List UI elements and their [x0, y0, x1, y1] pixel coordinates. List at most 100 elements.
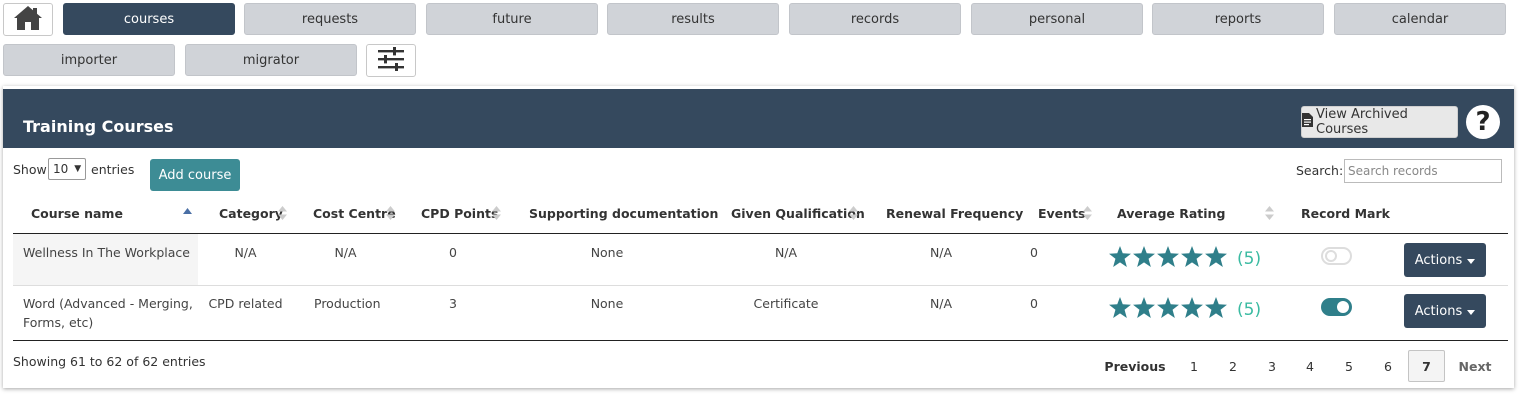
table-info: Showing 61 to 62 of 62 entries: [13, 354, 206, 369]
table-cell-category: N/A: [234, 245, 257, 260]
column-header-category[interactable]: Category: [219, 206, 283, 221]
tab-future[interactable]: future: [426, 3, 598, 35]
table-cell-cpd-points: 3: [449, 296, 457, 311]
star-icon: [1109, 297, 1131, 322]
document-icon: [1302, 113, 1313, 131]
tab-records[interactable]: records: [789, 3, 961, 35]
pagination-page-7[interactable]: 7: [1408, 350, 1445, 382]
table-cell-renewal-frequency: N/A: [929, 245, 953, 260]
column-header-record-mark: Record Mark: [1301, 206, 1390, 221]
column-header-given-qualification[interactable]: Given Qualification: [731, 206, 865, 221]
record-mark-toggle[interactable]: [1321, 247, 1352, 265]
tab-migrator[interactable]: migrator: [185, 44, 357, 76]
actions-label: Actions: [1414, 252, 1463, 268]
star-icon: [1133, 297, 1155, 322]
table-cell-cost-centre: N/A: [334, 245, 357, 260]
toggle-knob: [1337, 301, 1349, 313]
star-icon: [1109, 246, 1131, 271]
star-icon: [1181, 246, 1203, 271]
view-archived-label: View Archived Courses: [1316, 107, 1408, 137]
view-archived-courses-button[interactable]: View Archived Courses: [1301, 106, 1458, 138]
search-input[interactable]: [1344, 159, 1502, 183]
settings-button[interactable]: [366, 44, 416, 77]
pagination-page-6[interactable]: 6: [1373, 350, 1403, 382]
sort-icon[interactable]: [1083, 205, 1092, 224]
star-icon: [1133, 246, 1155, 271]
panel-header: Training Courses View Archived Courses ?: [3, 89, 1514, 148]
table-cell-given-qualification: Certificate: [753, 296, 819, 311]
tab-courses[interactable]: courses: [63, 3, 235, 35]
sort-icon[interactable]: [386, 205, 395, 224]
actions-button[interactable]: Actions: [1404, 294, 1486, 328]
star-icon: [1181, 297, 1203, 322]
home-icon: [13, 5, 43, 35]
caret-down-icon: ▼: [74, 164, 82, 174]
rating-count: (5): [1237, 248, 1262, 269]
tab-results[interactable]: results: [607, 3, 779, 35]
actions-label: Actions: [1414, 303, 1463, 319]
tab-personal[interactable]: personal: [971, 3, 1143, 35]
star-icon: [1205, 246, 1227, 271]
toggle-knob: [1325, 250, 1337, 262]
pagination-page-2[interactable]: 2: [1218, 350, 1248, 382]
entries-select[interactable]: 10 ▼: [48, 158, 86, 180]
tab-requests[interactable]: requests: [244, 3, 416, 35]
column-header-average-rating[interactable]: Average Rating: [1117, 206, 1225, 221]
star-icon: [1157, 297, 1179, 322]
tab-importer[interactable]: importer: [3, 44, 175, 76]
pagination-page-3[interactable]: 3: [1257, 350, 1287, 382]
tab-calendar[interactable]: calendar: [1334, 3, 1506, 35]
column-header-course-name[interactable]: Course name: [31, 206, 123, 221]
sort-asc-icon[interactable]: [183, 205, 192, 224]
pagination-page-4[interactable]: 4: [1295, 350, 1325, 382]
table-cell-supporting-documentation: None: [590, 296, 624, 311]
sliders-icon: [377, 46, 405, 75]
add-course-button[interactable]: Add course: [150, 159, 240, 191]
entries-value: 10: [53, 162, 69, 176]
column-header-events[interactable]: Events: [1038, 206, 1085, 221]
row-divider: [13, 285, 1508, 286]
home-button[interactable]: [3, 3, 53, 36]
sort-icon[interactable]: [278, 205, 287, 224]
column-header-cost-centre[interactable]: Cost Centre: [313, 206, 396, 221]
search-label: Search:: [1296, 163, 1344, 178]
entries-label: entries: [91, 162, 135, 177]
pagination-next[interactable]: Next: [1455, 350, 1495, 382]
star-rating: (5): [1109, 246, 1261, 271]
table-cell-events: 0: [1030, 245, 1038, 260]
show-label: Show: [13, 162, 47, 177]
actions-button[interactable]: Actions: [1404, 243, 1486, 277]
help-icon: ?: [1475, 107, 1491, 137]
training-courses-panel: Training Courses View Archived Courses ?…: [3, 86, 1514, 388]
star-icon: [1205, 297, 1227, 322]
table-cell-course-name: Wellness In The Workplace: [23, 245, 190, 260]
caret-down-icon: [1467, 304, 1476, 319]
pagination-page-1[interactable]: 1: [1179, 350, 1209, 382]
table-cell-events: 0: [1030, 296, 1038, 311]
rating-count: (5): [1237, 299, 1262, 320]
caret-down-icon: [1467, 253, 1476, 268]
sort-icon[interactable]: [849, 205, 858, 224]
table-cell-cpd-points: 0: [449, 245, 457, 260]
record-mark-toggle[interactable]: [1321, 298, 1352, 316]
tab-reports[interactable]: reports: [1152, 3, 1324, 35]
column-header-supporting-documentation: Supporting documentation: [529, 206, 719, 221]
table-cell-renewal-frequency: N/A: [929, 296, 953, 311]
table-cell-course-name-line1: Word (Advanced - Merging,: [23, 296, 193, 311]
column-header-renewal-frequency: Renewal Frequency: [886, 206, 1024, 221]
sort-icon[interactable]: [492, 205, 501, 224]
page-title: Training Courses: [23, 117, 174, 136]
star-icon: [1157, 246, 1179, 271]
table-cell-cost-centre: Production: [314, 296, 381, 311]
table-cell-supporting-documentation: None: [590, 245, 624, 260]
column-header-cpd-points[interactable]: CPD Points: [421, 206, 498, 221]
table-cell-course-name-line2: Forms, etc): [23, 315, 94, 330]
table-bottom-divider: [13, 340, 1508, 341]
table-cell-given-qualification: N/A: [774, 245, 798, 260]
star-rating: (5): [1109, 297, 1261, 322]
pagination-previous[interactable]: Previous: [1103, 350, 1167, 382]
help-button[interactable]: ?: [1466, 105, 1500, 139]
header-divider: [13, 233, 1508, 234]
pagination-page-5[interactable]: 5: [1334, 350, 1364, 382]
sort-icon[interactable]: [1265, 205, 1274, 224]
